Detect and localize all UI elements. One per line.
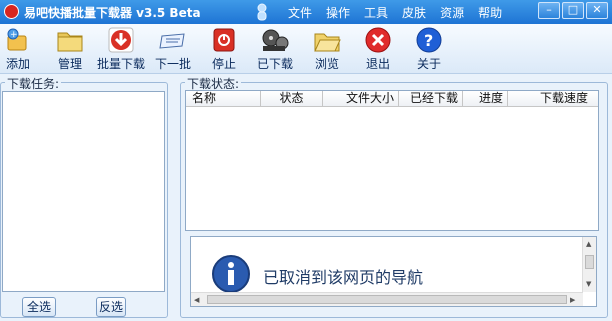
browse-label: 浏览 (314, 57, 339, 71)
add-icon: + (7, 28, 27, 51)
browser-message-pane: 已取消到该网页的导航 ▲ ▼ ◀ ▶ (190, 236, 597, 307)
downloaded-button[interactable]: 已下载 (256, 26, 294, 72)
toolbar: + 添加 管理 批量下载 下一批 停止 已下载 浏览 退出 ? 关于 (0, 24, 612, 74)
batch-download-button[interactable]: 批量下载 (97, 26, 145, 72)
stop-label: 停止 (211, 57, 236, 71)
menu-help[interactable]: 帮助 (478, 4, 502, 21)
svg-text:?: ? (424, 31, 433, 50)
select-all-button[interactable]: 全选 (22, 297, 56, 317)
manage-label: 管理 (57, 57, 82, 71)
vertical-scrollbar[interactable]: ▲ ▼ (582, 237, 596, 292)
film-reel-icon (262, 29, 289, 51)
menu-resources[interactable]: 资源 (440, 4, 464, 21)
column-header-downloaded[interactable]: 已经下载 (399, 91, 463, 107)
download-tasks-title: 下载任务: (5, 75, 62, 92)
scroll-up-icon[interactable]: ▲ (586, 239, 591, 249)
about-label: 关于 (416, 57, 441, 71)
horizontal-scroll-thumb[interactable] (207, 295, 567, 304)
exit-x-icon (365, 27, 391, 53)
exit-button[interactable]: 退出 (363, 26, 393, 72)
mascot-icon (257, 3, 267, 21)
batch-download-label: 批量下载 (97, 57, 146, 71)
manage-button[interactable]: 管理 (52, 26, 88, 72)
menu-file[interactable]: 文件 (288, 4, 312, 21)
invert-selection-button[interactable]: 反选 (96, 297, 126, 317)
next-batch-icon (159, 33, 185, 49)
column-header-name[interactable]: 名称 (186, 91, 261, 107)
scroll-down-icon[interactable]: ▼ (586, 279, 591, 289)
title-bar: 易吧快播批量下载器 v3.5 Beta 文件 操作 工具 皮肤 资源 帮助 – … (0, 0, 612, 24)
open-folder-icon (314, 33, 341, 52)
column-header-speed[interactable]: 下载速度 (508, 91, 598, 107)
next-batch-button[interactable]: 下一批 (154, 26, 192, 72)
close-button[interactable]: ✕ (586, 2, 608, 19)
column-header-progress[interactable]: 进度 (463, 91, 508, 107)
close-icon: ✕ (592, 3, 602, 16)
about-button[interactable]: ? 关于 (414, 26, 444, 72)
add-button[interactable]: + 添加 (2, 26, 34, 72)
add-label: 添加 (5, 57, 30, 71)
info-icon (212, 255, 250, 293)
next-batch-label: 下一批 (154, 57, 191, 71)
task-list[interactable] (2, 91, 165, 292)
browse-button[interactable]: 浏览 (312, 26, 342, 72)
svg-text:+: + (10, 30, 18, 40)
minimize-icon: – (546, 3, 552, 16)
exit-label: 退出 (365, 57, 390, 71)
app-logo-icon (4, 4, 19, 19)
help-question-icon: ? (416, 27, 442, 53)
scroll-left-icon[interactable]: ◀ (194, 295, 199, 305)
status-table-header: 名称 状态 文件大小 已经下载 进度 下载速度 (186, 91, 598, 107)
stop-button[interactable]: 停止 (210, 26, 238, 72)
downloaded-label: 已下载 (256, 57, 293, 71)
maximize-button[interactable]: □ (562, 2, 584, 19)
menu-bar: 文件 操作 工具 皮肤 资源 帮助 (288, 4, 502, 21)
menu-operate[interactable]: 操作 (326, 4, 350, 21)
folder-icon (57, 32, 83, 52)
minimize-button[interactable]: – (538, 2, 560, 19)
stop-icon (213, 28, 235, 52)
window-title: 易吧快播批量下载器 v3.5 Beta (24, 6, 201, 20)
menu-skin[interactable]: 皮肤 (402, 4, 426, 21)
scroll-right-icon[interactable]: ▶ (570, 295, 575, 305)
menu-tools[interactable]: 工具 (364, 4, 388, 21)
column-header-file-size[interactable]: 文件大小 (323, 91, 399, 107)
horizontal-scrollbar[interactable]: ◀ ▶ (191, 292, 583, 306)
status-table[interactable]: 名称 状态 文件大小 已经下载 进度 下载速度 (185, 90, 599, 231)
vertical-scroll-thumb[interactable] (585, 255, 594, 269)
navigation-cancelled-message: 已取消到该网页的导航 (263, 268, 424, 287)
maximize-icon: □ (567, 3, 579, 16)
download-arrow-icon (108, 27, 134, 53)
column-header-status[interactable]: 状态 (261, 91, 323, 107)
